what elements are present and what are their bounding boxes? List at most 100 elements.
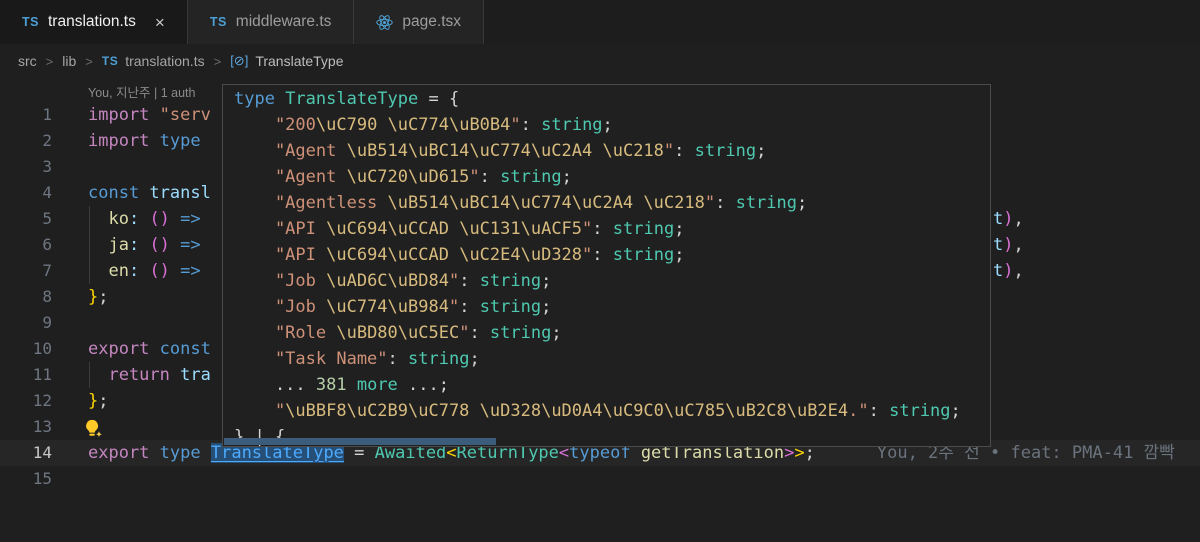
hover-horizontal-scrollbar[interactable] — [224, 438, 496, 445]
breadcrumb-item-src[interactable]: src — [18, 53, 37, 69]
code-token: 381 — [316, 375, 347, 395]
code-line-tail: t), — [993, 258, 1024, 284]
code-token: ) — [1003, 261, 1013, 281]
code-token: "Job — [234, 271, 326, 291]
code-token: " — [664, 141, 674, 161]
code-token: t — [993, 209, 1003, 229]
line-number: 2 — [0, 128, 52, 154]
code-text: en: () => — [88, 258, 201, 284]
code-token: , — [1014, 209, 1024, 229]
tab-label: translation.ts — [48, 13, 136, 31]
code-token: : — [388, 349, 408, 369]
breadcrumb-label: src — [18, 53, 37, 69]
ts-file-icon: TS — [210, 15, 227, 29]
code-token: " — [705, 193, 715, 213]
code-token: , — [1014, 235, 1024, 255]
code-token: ja — [88, 235, 129, 255]
code-token: import — [88, 131, 149, 151]
code-text: import type — [88, 128, 201, 154]
code-token: = { — [418, 89, 459, 109]
hover-code-line: "Job \uAD6C\uBD84": string; — [234, 268, 990, 294]
code-token: "Task Name" — [234, 349, 388, 369]
code-token: () — [139, 209, 170, 229]
breadcrumb-label: lib — [62, 53, 76, 69]
code-token: : — [459, 297, 479, 317]
hover-code-line: "Agentless \uB514\uBC14\uC774\uC2A4 \uC2… — [234, 190, 990, 216]
breadcrumb-label: translation.ts — [125, 53, 204, 69]
code-token: ...; — [398, 375, 449, 395]
code-token: string — [480, 271, 541, 291]
chevron-right-icon: > — [85, 54, 93, 69]
code-token: ; — [674, 219, 684, 239]
code-token — [469, 401, 479, 421]
code-token: \uC720\uD615 — [347, 167, 470, 187]
tab-bar: TS translation.ts × TSmiddleware.tspage.tsx — [0, 0, 1200, 44]
code-token: \uAD6C\uBD84 — [326, 271, 449, 291]
code-token: : — [869, 401, 889, 421]
breadcrumb-item-TranslateType[interactable]: [⊘]TranslateType — [230, 53, 343, 69]
chevron-right-icon: > — [214, 54, 222, 69]
code-token: } — [88, 391, 98, 411]
code-token: ; — [562, 167, 572, 187]
code-token: ; — [756, 141, 766, 161]
code-token: \uB514\uBC14\uC774\uC2A4 — [388, 193, 634, 213]
code-token: \uC694\uCCAD — [326, 245, 449, 265]
code-token: : — [469, 323, 489, 343]
code-token — [377, 115, 387, 135]
code-token: ; — [551, 323, 561, 343]
code-token: return — [88, 365, 170, 385]
code-token: TranslateType — [275, 89, 418, 109]
hover-code-line: "200\uC790 \uC774\uB0B4": string; — [234, 112, 990, 138]
code-token: " — [582, 245, 592, 265]
code-token: ; — [797, 193, 807, 213]
code-token: ) — [1003, 235, 1013, 255]
code-text: export const — [88, 336, 211, 362]
code-line-tail: t), — [993, 206, 1024, 232]
code-token: : — [592, 219, 612, 239]
breadcrumb: src > lib > TStranslation.ts > [⊘]TranslateTyp… — [0, 44, 1200, 78]
code-text: ko: () => — [88, 206, 201, 232]
code-token: "API — [234, 245, 326, 265]
lightbulb-icon[interactable] — [82, 418, 104, 445]
line-number: 7 — [0, 258, 52, 284]
code-token: ; — [674, 245, 684, 265]
code-token: : — [715, 193, 735, 213]
code-token: ; — [98, 391, 108, 411]
line-number: 13 — [0, 414, 52, 440]
code-token: string — [695, 141, 756, 161]
code-token: transl — [139, 183, 211, 203]
breadcrumb-item-translation.ts[interactable]: TStranslation.ts — [102, 53, 205, 69]
tab-page.tsx[interactable]: page.tsx — [354, 0, 484, 44]
code-token: string — [408, 349, 469, 369]
code-line[interactable]: 15 — [0, 466, 1200, 492]
code-token: \uC218 — [643, 193, 704, 213]
chevron-right-icon: > — [46, 54, 54, 69]
close-icon[interactable]: × — [155, 14, 165, 31]
code-text: }; — [88, 284, 109, 310]
code-line-tail: t), — [993, 232, 1024, 258]
code-token: : — [459, 271, 479, 291]
line-number: 5 — [0, 206, 52, 232]
code-token: \uC774\uB984 — [326, 297, 449, 317]
breadcrumb-item-lib[interactable]: lib — [62, 53, 76, 69]
code-token: const — [149, 339, 210, 359]
code-token: ; — [98, 287, 108, 307]
code-token: type — [149, 443, 200, 463]
code-token — [449, 219, 459, 239]
code-token: ko — [88, 209, 129, 229]
line-number: 8 — [0, 284, 52, 310]
hover-code-line: "Role \uBD80\uC5EC": string; — [234, 320, 990, 346]
code-token: " — [582, 219, 592, 239]
tab-translation.ts[interactable]: TStranslation.ts× — [0, 0, 188, 44]
line-number: 4 — [0, 180, 52, 206]
hover-code-line: "Task Name": string; — [234, 346, 990, 372]
breadcrumb-label: TranslateType — [255, 53, 343, 69]
code-token: tra — [170, 365, 211, 385]
editor[interactable]: You, 지난주 | 1 auth 1import "serv2import t… — [0, 78, 1200, 542]
code-token: "Agentless — [234, 193, 388, 213]
code-token: "200 — [234, 115, 316, 135]
hover-code-line: "Job \uC774\uB984": string; — [234, 294, 990, 320]
code-token: "API — [234, 219, 326, 239]
code-token: \uC694\uCCAD — [326, 219, 449, 239]
tab-middleware.ts[interactable]: TSmiddleware.ts — [188, 0, 355, 44]
